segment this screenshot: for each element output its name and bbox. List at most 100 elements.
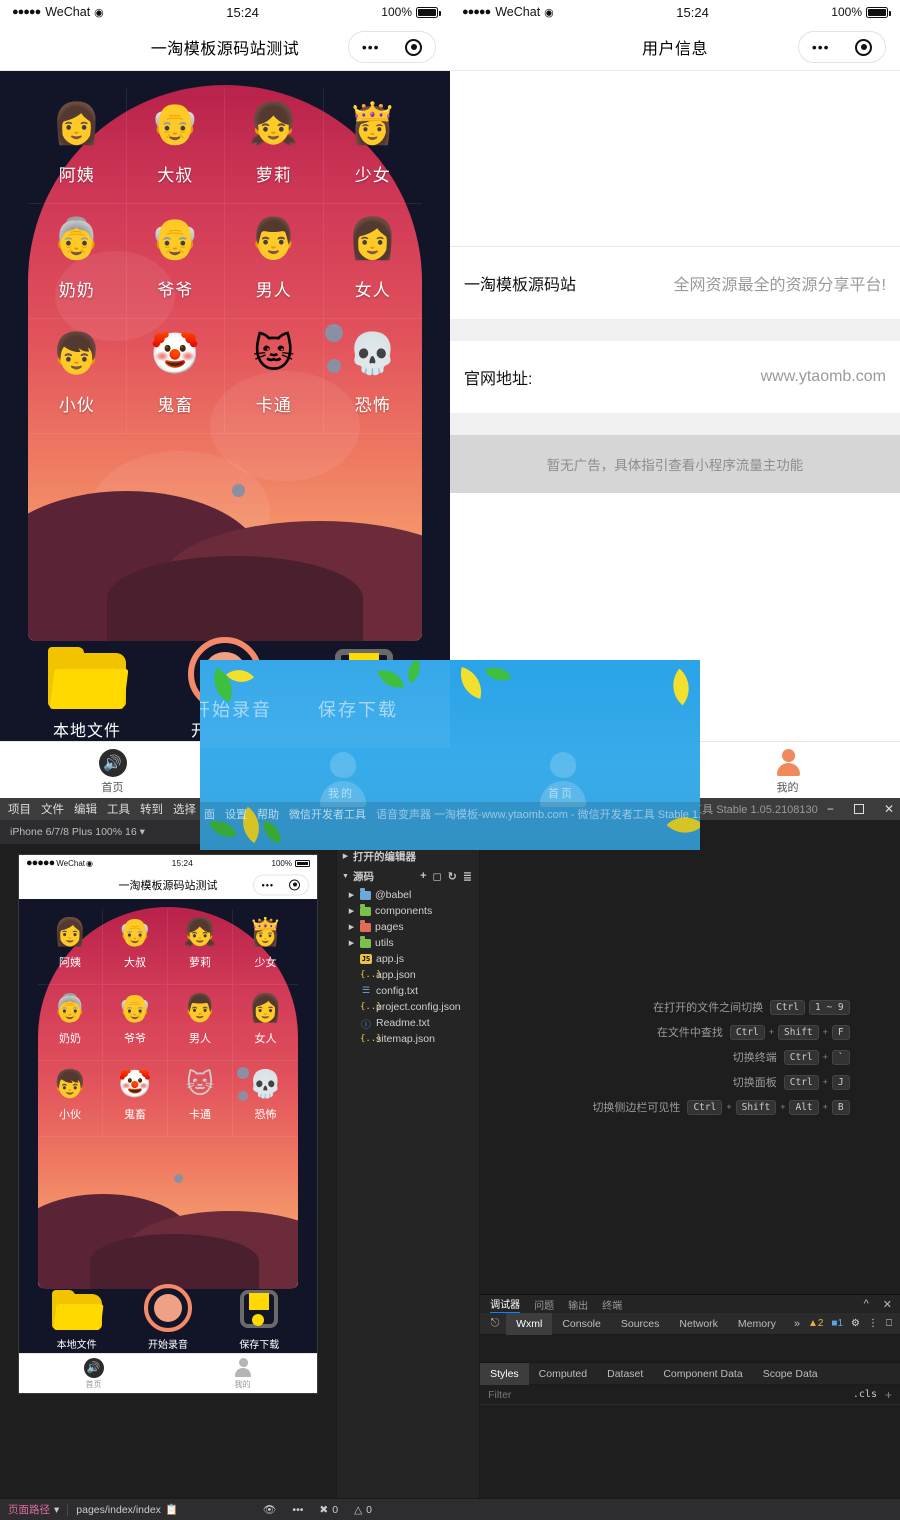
save-download-button[interactable]: 保存下载 — [219, 1290, 299, 1351]
voice-item[interactable]: 👸 少女 — [323, 89, 422, 204]
menu-item-tools[interactable]: 工具 — [107, 801, 130, 817]
menu-item-goto[interactable]: 转到 — [140, 801, 163, 817]
wechat-capsule[interactable]: ••• — [253, 874, 309, 896]
filter-input[interactable]: Filter — [480, 1389, 853, 1401]
voice-item[interactable]: 🐱 卡通 — [225, 319, 324, 434]
status-more-icon[interactable]: ••• — [284, 1504, 311, 1516]
page-path-value-group[interactable]: pages/index/index 📋 — [68, 1503, 186, 1517]
panel-tab-terminal[interactable]: 终端 — [602, 1297, 622, 1312]
voice-item[interactable]: 💀 恐怖 — [233, 1061, 298, 1137]
info-row-site[interactable]: 一淘模板源码站 全网资源最全的资源分享平台! — [450, 247, 900, 319]
local-files-button[interactable]: 本地文件 — [37, 1290, 117, 1351]
collapse-all-icon[interactable]: ≣ — [463, 870, 472, 883]
close-target-icon[interactable] — [405, 38, 423, 56]
close-button[interactable]: ✕ — [884, 802, 894, 816]
voice-item[interactable]: 🤡 鬼畜 — [126, 319, 225, 434]
refresh-icon[interactable]: ↻ — [448, 870, 457, 883]
tree-item[interactable]: ☰ config.txt — [337, 983, 479, 999]
tree-item[interactable]: {..} app.json — [337, 967, 479, 983]
voice-item[interactable]: 👴 爷爷 — [126, 204, 225, 319]
minimize-button[interactable]: − — [827, 802, 834, 816]
tab-scope-data[interactable]: Scope Data — [753, 1363, 828, 1385]
tab-console[interactable]: Console — [552, 1313, 611, 1335]
local-files-button[interactable]: 本地文件 — [27, 647, 147, 741]
close-icon[interactable]: ✕ — [883, 1298, 892, 1311]
warning-counter[interactable]: △ 0 — [346, 1504, 380, 1516]
panel-tab-debugger[interactable]: 调试器 — [490, 1296, 521, 1313]
more-tabs-icon[interactable]: » — [786, 1318, 808, 1330]
voice-item[interactable]: 💀 恐怖 — [323, 319, 422, 434]
tree-item[interactable]: ▶ utils — [337, 935, 479, 951]
close-target-icon[interactable] — [289, 879, 301, 891]
copy-icon[interactable]: 📋 — [165, 1503, 178, 1516]
tree-item[interactable]: ⓘ Readme.txt — [337, 1015, 479, 1031]
preview-eye-icon[interactable]: 👁 — [255, 1503, 284, 1516]
voice-item[interactable]: 👴 大叔 — [126, 89, 225, 204]
voice-item[interactable]: 👴 大叔 — [103, 909, 168, 985]
info-row-url[interactable]: 官网地址: www.ytaomb.com — [450, 341, 900, 413]
voice-item[interactable]: 👦 小伙 — [28, 319, 127, 434]
voice-item[interactable]: 👵 奶奶 — [38, 985, 103, 1061]
voice-item[interactable]: 👸 少女 — [233, 909, 298, 985]
tab-home[interactable]: 🔊 首页 — [0, 742, 225, 800]
tab-component-data[interactable]: Component Data — [653, 1363, 752, 1385]
menu-item-edit[interactable]: 编辑 — [74, 801, 97, 817]
voice-item[interactable]: 👴 爷爷 — [103, 985, 168, 1061]
voice-item[interactable]: 👩 阿姨 — [28, 89, 127, 204]
voice-item[interactable]: 🤡 鬼畜 — [103, 1061, 168, 1137]
cls-toggle[interactable]: .cls — [853, 1389, 885, 1400]
tab-wxml[interactable]: Wxml — [506, 1312, 553, 1335]
voice-item[interactable]: 👧 萝莉 — [168, 909, 233, 985]
inspect-icon[interactable]: ⎋ — [484, 1317, 506, 1330]
menu-item-project[interactable]: 项目 — [8, 801, 31, 817]
start-record-button[interactable]: 开始录音 — [128, 1284, 208, 1351]
panel-tab-problems[interactable]: 问题 — [534, 1297, 554, 1312]
close-target-icon[interactable] — [855, 38, 873, 56]
more-menu-icon[interactable]: ••• — [362, 40, 380, 54]
voice-item[interactable]: 👧 萝莉 — [225, 89, 324, 204]
maximize-icon[interactable] — [853, 804, 864, 814]
voice-item[interactable]: 👨 男人 — [168, 985, 233, 1061]
voice-item[interactable]: 👩 阿姨 — [38, 909, 103, 985]
voice-item[interactable]: 🐱 卡通 — [168, 1061, 233, 1137]
tab-memory[interactable]: Memory — [728, 1313, 786, 1335]
tree-item[interactable]: ▶ components — [337, 903, 479, 919]
new-folder-icon[interactable]: ◻ — [433, 870, 442, 883]
tab-network[interactable]: Network — [669, 1313, 728, 1335]
tree-item[interactable]: ▶ @babel — [337, 887, 479, 903]
menu-item-file[interactable]: 文件 — [41, 801, 64, 817]
voice-item[interactable]: 👦 小伙 — [38, 1061, 103, 1137]
tree-item[interactable]: {..} project.config.json — [337, 999, 479, 1015]
more-menu-icon[interactable]: ••• — [262, 880, 274, 890]
page-path-selector[interactable]: 页面路径 ▾ — [0, 1502, 67, 1517]
tab-mine[interactable]: 我的 — [168, 1354, 317, 1393]
voice-item[interactable]: 👩 女人 — [233, 985, 298, 1061]
tree-item[interactable]: JS app.js — [337, 951, 479, 967]
error-counter[interactable]: ✖ 0 — [311, 1504, 346, 1516]
collapse-icon[interactable]: ^ — [864, 1298, 869, 1311]
tab-sources[interactable]: Sources — [611, 1313, 670, 1335]
tree-item[interactable]: {..} sitemap.json — [337, 1031, 479, 1047]
kebab-menu-icon[interactable]: ⋮ — [868, 1318, 878, 1329]
panel-tab-output[interactable]: 输出 — [568, 1297, 588, 1312]
wechat-capsule-left[interactable]: ••• — [348, 31, 436, 63]
voice-item[interactable]: 👩 女人 — [323, 204, 422, 319]
wechat-capsule-right[interactable]: ••• — [798, 31, 886, 63]
tab-computed[interactable]: Computed — [529, 1363, 597, 1385]
more-menu-icon[interactable]: ••• — [812, 40, 830, 54]
voice-item[interactable]: 👵 奶奶 — [28, 204, 127, 319]
section-source[interactable]: ▼ 源码 + ◻ ↻ ≣ — [337, 866, 479, 886]
new-file-icon[interactable]: + — [420, 870, 426, 882]
add-rule-button[interactable]: + — [885, 1388, 900, 1402]
menu-item-select[interactable]: 选择 — [173, 801, 196, 817]
tab-home[interactable]: 🔊 首页 — [19, 1354, 168, 1393]
info-badge[interactable]: ■1 — [831, 1318, 843, 1329]
tab-mine[interactable]: 我的 — [675, 742, 900, 800]
dock-icon[interactable]: ⎕ — [886, 1318, 892, 1329]
tab-dataset[interactable]: Dataset — [597, 1363, 653, 1385]
warning-badge[interactable]: ▲2 — [808, 1318, 823, 1329]
settings-icon[interactable]: ⚙ — [851, 1318, 860, 1329]
voice-item[interactable]: 👨 男人 — [225, 204, 324, 319]
tree-item[interactable]: ▶ pages — [337, 919, 479, 935]
tab-styles[interactable]: Styles — [480, 1362, 529, 1385]
